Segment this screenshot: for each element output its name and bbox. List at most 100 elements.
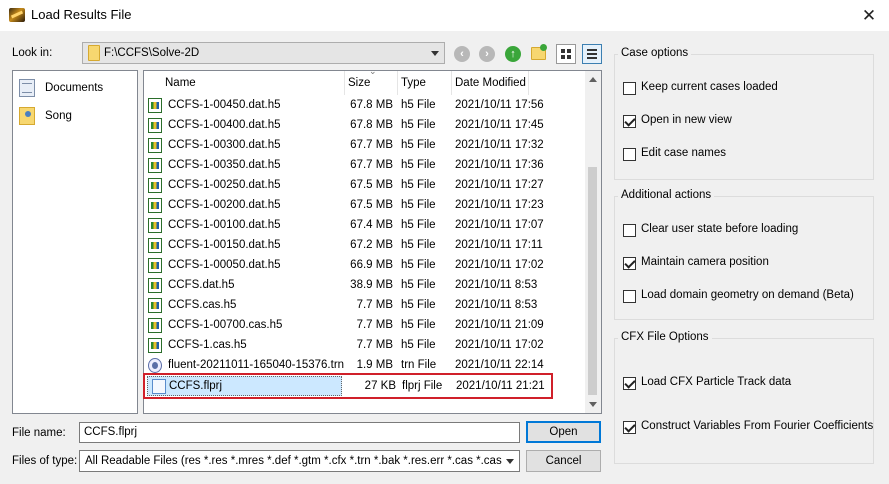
column-header-name[interactable]: Name xyxy=(165,71,196,95)
places-item-label: Documents xyxy=(45,82,104,94)
h5-file-icon xyxy=(148,178,162,193)
file-date: 2021/10/11 17:23 xyxy=(455,199,544,211)
file-date: 2021/10/11 17:56 xyxy=(455,99,544,111)
file-size: 7.7 MB xyxy=(356,319,393,331)
folder-icon xyxy=(88,45,100,61)
title-bar: Load Results File ✕ xyxy=(0,0,889,31)
forward-button[interactable]: › xyxy=(477,44,497,64)
h5-file-icon xyxy=(148,318,162,333)
h5-file-icon xyxy=(148,298,162,313)
file-type: h5 File xyxy=(401,259,436,271)
file-type: h5 File xyxy=(401,279,436,291)
checkbox-icon[interactable] xyxy=(623,82,636,95)
checkbox-checked-icon[interactable] xyxy=(623,257,636,270)
file-name: CCFS-1-00700.cas.h5 xyxy=(168,319,283,331)
file-type-select[interactable]: All Readable Files (res *.res *.mres *.d… xyxy=(79,450,520,472)
window-title: Load Results File xyxy=(31,7,132,22)
table-row[interactable]: CCFS-1-00400.dat.h5 67.8 MB h5 File 2021/10… xyxy=(144,116,584,136)
file-type: h5 File xyxy=(401,199,436,211)
file-name: CCFS.cas.h5 xyxy=(168,299,237,311)
checkbox-checked-icon[interactable] xyxy=(623,377,636,390)
scroll-down-icon[interactable] xyxy=(589,402,597,407)
column-divider[interactable] xyxy=(344,71,345,95)
vertical-scrollbar[interactable] xyxy=(585,71,601,413)
file-type: h5 File xyxy=(401,139,436,151)
table-row[interactable]: CCFS-1-00700.cas.h5 7.7 MB h5 File 2021/10/… xyxy=(144,316,584,336)
file-list[interactable]: Name Size ⌄ Type Date Modified CCFS-1-00… xyxy=(143,70,602,414)
option-label: Load domain geometry on demand (Beta) xyxy=(641,289,854,301)
checkbox-checked-icon[interactable] xyxy=(623,115,636,128)
table-row[interactable]: CCFS-1-00050.dat.h5 66.9 MB h5 File 2021/10… xyxy=(144,256,584,276)
option-label: Edit case names xyxy=(641,147,727,159)
detail-view-icon xyxy=(587,49,597,59)
table-row[interactable]: CCFS-1.cas.h5 7.7 MB h5 File 2021/10/11 17:… xyxy=(144,336,584,356)
chevron-down-icon xyxy=(431,51,439,56)
option-label: Keep current cases loaded xyxy=(641,81,778,93)
file-date: 2021/10/11 17:36 xyxy=(455,159,544,171)
up-folder-button[interactable]: ↑ xyxy=(503,44,523,64)
detail-view-button[interactable] xyxy=(582,44,602,64)
user-folder-icon xyxy=(19,107,35,125)
h5-file-icon xyxy=(148,338,162,353)
scroll-up-icon[interactable] xyxy=(589,77,597,82)
file-name-input[interactable]: CCFS.flprj xyxy=(79,422,520,443)
table-row[interactable]: CCFS-1-00250.dat.h5 67.5 MB h5 File 2021/10… xyxy=(144,176,584,196)
table-row[interactable]: CCFS-1-00350.dat.h5 67.7 MB h5 File 2021/10… xyxy=(144,156,584,176)
file-date: 2021/10/11 8:53 xyxy=(455,279,538,291)
file-size: 7.7 MB xyxy=(356,339,393,351)
checkbox-icon[interactable] xyxy=(623,290,636,303)
checkbox-icon[interactable] xyxy=(623,148,636,161)
case-options-title: Case options xyxy=(618,47,692,59)
look-in-combo[interactable]: F:\CCFS\Solve-2D xyxy=(82,42,445,64)
list-view-button[interactable] xyxy=(556,44,576,64)
checkbox-checked-icon[interactable] xyxy=(623,421,636,434)
table-row[interactable]: CCFS-1-00450.dat.h5 67.8 MB h5 File 2021/10… xyxy=(144,96,584,116)
file-size: 67.7 MB xyxy=(350,159,393,171)
file-date: 2021/10/11 17:02 xyxy=(455,259,544,271)
table-row[interactable]: CCFS-1-00100.dat.h5 67.4 MB h5 File 2021/10… xyxy=(144,216,584,236)
table-row[interactable]: CCFS-1-00300.dat.h5 67.7 MB h5 File 2021/10… xyxy=(144,136,584,156)
file-size: 7.7 MB xyxy=(356,299,393,311)
option-label: Maintain camera position xyxy=(641,256,769,268)
places-item-song[interactable]: Song xyxy=(19,107,129,127)
file-type-label: Files of type: xyxy=(12,455,78,467)
scrollbar-thumb[interactable] xyxy=(588,167,597,395)
file-size: 67.4 MB xyxy=(350,219,393,231)
column-header-date[interactable]: Date Modified xyxy=(455,71,526,95)
file-name: CCFS-1-00250.dat.h5 xyxy=(168,179,281,191)
file-name: fluent-20211011-165040-15376.trn xyxy=(168,359,345,371)
column-header-type[interactable]: Type xyxy=(401,71,426,95)
column-header-size[interactable]: Size xyxy=(348,71,370,95)
file-list-header: Name Size ⌄ Type Date Modified xyxy=(144,71,586,95)
option-label: Construct Variables From Fourier Coeffic… xyxy=(641,420,874,432)
sort-ascending-icon: ⌄ xyxy=(369,70,377,76)
table-row[interactable]: CCFS.cas.h5 7.7 MB h5 File 2021/10/11 8:53 xyxy=(144,296,584,316)
checkbox-icon[interactable] xyxy=(623,224,636,237)
h5-file-icon xyxy=(148,258,162,273)
column-divider[interactable] xyxy=(397,71,398,95)
file-date: 2021/10/11 8:53 xyxy=(455,299,538,311)
h5-file-icon xyxy=(148,98,162,113)
file-date: 2021/10/11 17:45 xyxy=(455,119,544,131)
table-row[interactable]: CCFS-1-00150.dat.h5 67.2 MB h5 File 2021/10… xyxy=(144,236,584,256)
close-icon[interactable]: ✕ xyxy=(849,0,889,31)
table-row[interactable]: CCFS-1-00200.dat.h5 67.5 MB h5 File 2021/10… xyxy=(144,196,584,216)
table-row[interactable]: CCFS.dat.h5 38.9 MB h5 File 2021/10/11 8:53 xyxy=(144,276,584,296)
cancel-button[interactable]: Cancel xyxy=(526,450,601,472)
file-name: CCFS-1-00350.dat.h5 xyxy=(168,159,281,171)
open-button[interactable]: Open xyxy=(526,421,601,443)
file-type-value: All Readable Files (res *.res *.mres *.d… xyxy=(85,455,502,467)
file-name: CCFS-1-00300.dat.h5 xyxy=(168,139,281,151)
file-date: 2021/10/11 17:32 xyxy=(455,139,544,151)
file-name: CCFS-1-00050.dat.h5 xyxy=(168,259,281,271)
h5-file-icon xyxy=(148,118,162,133)
file-type: h5 File xyxy=(401,299,436,311)
back-button[interactable]: ‹ xyxy=(452,44,472,64)
column-divider[interactable] xyxy=(451,71,452,95)
column-divider[interactable] xyxy=(528,71,529,95)
h5-file-icon xyxy=(148,198,162,213)
file-name: CCFS-1-00400.dat.h5 xyxy=(168,119,281,131)
new-folder-button[interactable] xyxy=(529,44,549,64)
places-item-documents[interactable]: Documents xyxy=(19,79,129,99)
file-date: 2021/10/11 22:14 xyxy=(455,359,544,371)
